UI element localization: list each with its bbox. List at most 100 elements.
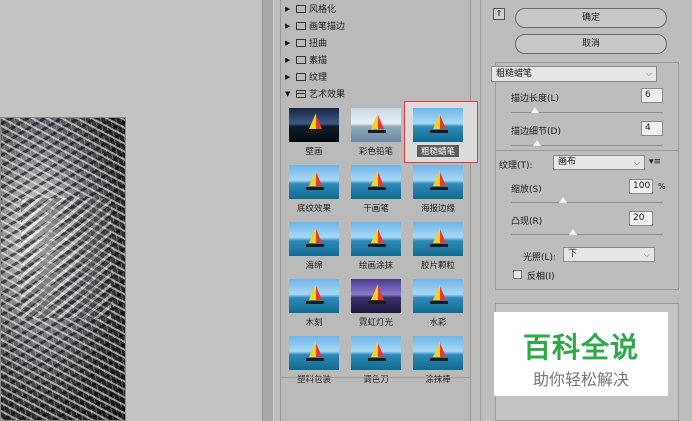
thumbnail-sponge[interactable]: 海绵 [283,218,345,275]
thumbnail-label: 绘画涂抹 [358,261,393,271]
thumbnail-label: 海报边缘 [420,204,455,214]
relief-track[interactable] [511,234,663,235]
thumbnail-label: 调色刀 [363,375,389,385]
category-brush-strokes[interactable]: ▶ 画笔描边 [281,17,470,34]
folder-icon [296,4,306,13]
thumbnail-image [289,108,339,142]
folder-icon [296,55,306,64]
thumbnail-label: 彩色铅笔 [358,147,393,157]
light-label: 光照(L): [523,253,557,263]
chevron-down-icon: ⌵ [645,69,652,78]
invert-checkbox[interactable] [513,270,522,279]
thumbnail-poster-edges[interactable]: 海报边缘 [407,161,469,218]
category-stylize[interactable]: ▶ 风格化 [281,0,470,17]
scaling-slider-handle[interactable] [559,197,567,203]
preview-canvas[interactable] [0,0,262,421]
thumbnail-image [351,165,401,199]
collapse-arrow-icon: ▼ [285,89,291,98]
ok-button[interactable]: 确定 [515,8,667,28]
thumbnail-image [413,165,463,199]
thumbnail-smudge-stick[interactable]: 涂抹棒 [407,332,469,389]
watermark-subtitle: 助你轻松解决 [532,370,629,389]
category-texture[interactable]: ▶ 纹理 [281,68,470,85]
thumbnail-fresco[interactable]: 壁画 [283,104,345,161]
expand-arrow-icon: ▶ [285,38,291,47]
expand-arrow-icon: ▶ [285,21,291,30]
scaling-label: 缩放(S) [511,185,542,195]
thumbnail-label: 木刻 [305,318,323,328]
stroke-length-input[interactable]: 6 [641,88,663,103]
expand-arrow-icon: ▶ [285,55,291,64]
filter-select-value: 粗糙蜡笔 [496,69,533,79]
thumbnail-watercolor[interactable]: 水彩 [407,275,469,332]
category-label: 画笔描边 [309,22,346,32]
thumbnail-grid: 壁画 彩色铅笔 粗糙蜡笔 底纹效果 干画笔 海报边缘 海绵 绘画涂抹 胶片颗粒 … [281,101,478,389]
thumbnail-plastic-wrap[interactable]: 塑料包装 [283,332,345,389]
category-sketch[interactable]: ▶ 素描 [281,51,470,68]
panel-divider[interactable] [262,0,274,421]
folder-icon [296,72,306,81]
watermark: 百科全说 助你轻松解决 [494,312,668,396]
category-artistic[interactable]: ▼ 艺术效果 [281,85,470,102]
stroke-length-label: 描边长度(L) [511,94,560,104]
chevron-down-icon: ⌵ [643,250,650,259]
thumbnail-paint-daubs[interactable]: 绘画涂抹 [345,218,407,275]
thumbnail-rough-pastels[interactable]: 粗糙蜡笔 [404,101,478,163]
stroke-detail-label: 描边细节(D) [511,127,561,137]
collapse-gallery-icon[interactable]: ⇑ [493,8,505,20]
thumbnail-image [289,279,339,313]
thumbnail-label: 水彩 [429,318,447,328]
thumbnail-image [413,222,463,256]
thumbnail-palette-knife[interactable]: 调色刀 [345,332,407,389]
chevron-down-icon: ⌵ [633,158,640,167]
thumbnail-label: 底纹效果 [296,204,331,214]
thumbnail-image [351,279,401,313]
light-select-value: 下 [568,249,578,259]
thumbnail-label: 胶片颗粒 [420,261,455,271]
thumbnail-label: 塑料包装 [296,375,331,385]
category-label: 艺术效果 [309,90,346,100]
filter-gallery: ▶ 风格化 ▶ 画笔描边 ▶ 扭曲 ▶ 素描 ▶ 纹理 ▼ 艺术效果 壁画 彩色… [280,0,478,421]
relief-slider-handle[interactable] [569,229,577,235]
relief-input[interactable]: 20 [629,211,653,226]
thumbnail-label: 壁画 [305,147,323,157]
expand-arrow-icon: ▶ [285,72,291,81]
stroke-detail-input[interactable]: 4 [641,121,663,136]
cancel-button[interactable]: 取消 [515,34,667,54]
texture-menu-icon[interactable]: ▾≡ [649,157,661,167]
category-distort[interactable]: ▶ 扭曲 [281,34,470,51]
texture-label: 纹理(T): [499,161,533,171]
watermark-title: 百科全说 [522,331,639,364]
scaling-input[interactable]: 100 [629,179,653,194]
light-select[interactable]: 下 ⌵ [563,247,655,262]
category-label: 纹理 [309,73,328,83]
texture-select[interactable]: 画布 ⌵ [553,155,645,170]
thumbnail-image [413,336,463,370]
stroke-length-slider-handle[interactable] [531,107,539,113]
expand-arrow-icon: ▶ [285,4,291,13]
thumbnail-cutout[interactable]: 木刻 [283,275,345,332]
thumbnail-label: 海绵 [305,261,323,271]
thumbnail-image [351,108,401,142]
thumbnail-image [289,336,339,370]
stroke-detail-slider-handle[interactable] [533,140,541,146]
thumbnail-label: 干画笔 [363,204,389,214]
thumbnail-image [289,222,339,256]
thumbnail-image [289,165,339,199]
thumbnail-image [413,108,463,142]
category-label: 风格化 [309,5,337,15]
preview-image [0,117,126,421]
thumbnail-dry-brush[interactable]: 干画笔 [345,161,407,218]
thumbnail-image [413,279,463,313]
filter-select[interactable]: 粗糙蜡笔 ⌵ [491,66,657,82]
thumbnail-film-grain[interactable]: 胶片颗粒 [407,218,469,275]
thumbnail-colored-pencil[interactable]: 彩色铅笔 [345,104,407,161]
thumbnail-label: 霓虹灯光 [358,318,393,328]
scaling-track[interactable] [511,202,663,203]
thumbnail-underpainting[interactable]: 底纹效果 [283,161,345,218]
thumbnail-image [351,222,401,256]
thumbnail-neon-glow[interactable]: 霓虹灯光 [345,275,407,332]
scaling-unit: % [658,182,666,191]
gallery-divider [281,377,470,378]
folder-icon [296,38,306,47]
